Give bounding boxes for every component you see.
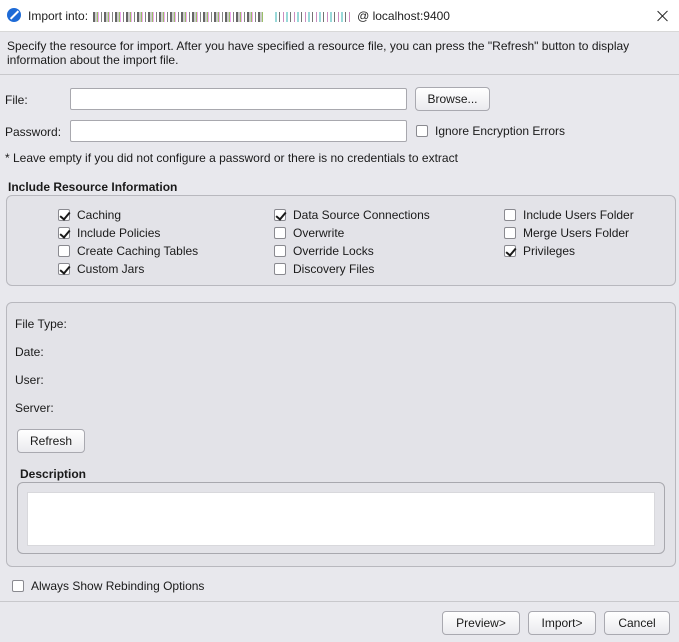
app-icon	[7, 8, 21, 22]
refresh-button[interactable]: Refresh	[17, 429, 85, 453]
description-textarea[interactable]	[27, 492, 655, 546]
checkbox-box	[12, 580, 24, 592]
create-caching-tables-checkbox[interactable]: Create Caching Tables	[58, 243, 198, 259]
file-input[interactable]	[70, 88, 407, 110]
custom-jars-checkbox[interactable]: Custom Jars	[58, 261, 144, 277]
privileges-label: Privileges	[523, 244, 576, 258]
checkbox-box	[504, 227, 516, 239]
user-label: User:	[15, 373, 44, 387]
privileges-checkbox[interactable]: Privileges	[504, 243, 575, 259]
checkbox-box	[58, 209, 70, 221]
checkbox-box	[58, 245, 70, 257]
intro-text: Specify the resource for import. After y…	[7, 39, 630, 67]
overwrite-checkbox[interactable]: Overwrite	[274, 225, 344, 241]
preview-button[interactable]: Preview>	[442, 611, 520, 635]
override-locks-checkbox[interactable]: Override Locks	[274, 243, 374, 259]
merge-users-folder-checkbox[interactable]: Merge Users Folder	[504, 225, 629, 241]
caching-checkbox[interactable]: Caching	[58, 207, 121, 223]
include-users-folder-label: Include Users Folder	[523, 208, 634, 222]
date-label: Date:	[15, 345, 44, 359]
discovery-files-label: Discovery Files	[293, 262, 375, 276]
discovery-files-checkbox[interactable]: Discovery Files	[274, 261, 374, 277]
divider	[0, 74, 679, 75]
title-bar: Import into: @ localhost:9400	[0, 0, 679, 32]
browse-button[interactable]: Browse...	[415, 87, 490, 111]
description-frame	[17, 482, 665, 554]
import-button[interactable]: Import>	[528, 611, 596, 635]
include-policies-label: Include Policies	[77, 226, 161, 240]
ignore-encryption-errors-label: Ignore Encryption Errors	[435, 124, 566, 138]
checkbox-box	[416, 125, 428, 137]
ignore-encryption-errors-checkbox[interactable]: Ignore Encryption Errors	[416, 123, 565, 139]
checkbox-box	[274, 209, 286, 221]
data-source-connections-label: Data Source Connections	[293, 208, 430, 222]
always-show-rebinding-label: Always Show Rebinding Options	[31, 579, 205, 593]
data-source-connections-checkbox[interactable]: Data Source Connections	[274, 207, 430, 223]
create-caching-tables-label: Create Caching Tables	[77, 244, 199, 258]
checkbox-box	[58, 263, 70, 275]
include-users-folder-checkbox[interactable]: Include Users Folder	[504, 207, 634, 223]
window-title: Import into: @ localhost:9400	[28, 9, 450, 23]
checkbox-box	[274, 263, 286, 275]
password-input[interactable]	[70, 120, 407, 142]
password-note: * Leave empty if you did not configure a…	[5, 151, 458, 165]
checkbox-box	[58, 227, 70, 239]
redacted-name-block-2	[274, 11, 350, 22]
custom-jars-label: Custom Jars	[77, 262, 145, 276]
close-icon[interactable]	[653, 6, 673, 26]
checkbox-box	[274, 227, 286, 239]
window-title-prefix: Import into:	[28, 9, 89, 23]
password-label: Password:	[5, 125, 62, 139]
overwrite-label: Overwrite	[293, 226, 345, 240]
include-section-title: Include Resource Information	[8, 180, 178, 194]
always-show-rebinding-checkbox[interactable]: Always Show Rebinding Options	[12, 578, 204, 594]
server-label: Server:	[15, 401, 54, 415]
file-type-label: File Type:	[15, 317, 67, 331]
override-locks-label: Override Locks	[293, 244, 374, 258]
footer-divider	[0, 601, 679, 602]
cancel-button[interactable]: Cancel	[604, 611, 670, 635]
checkbox-box	[274, 245, 286, 257]
include-policies-checkbox[interactable]: Include Policies	[58, 225, 160, 241]
caching-label: Caching	[77, 208, 122, 222]
checkbox-box	[504, 245, 516, 257]
description-title: Description	[20, 467, 87, 481]
checkbox-box	[504, 209, 516, 221]
window-title-suffix: @ localhost:9400	[357, 9, 450, 23]
merge-users-folder-label: Merge Users Folder	[523, 226, 630, 240]
file-label: File:	[5, 93, 28, 107]
redacted-name-block	[93, 11, 264, 22]
